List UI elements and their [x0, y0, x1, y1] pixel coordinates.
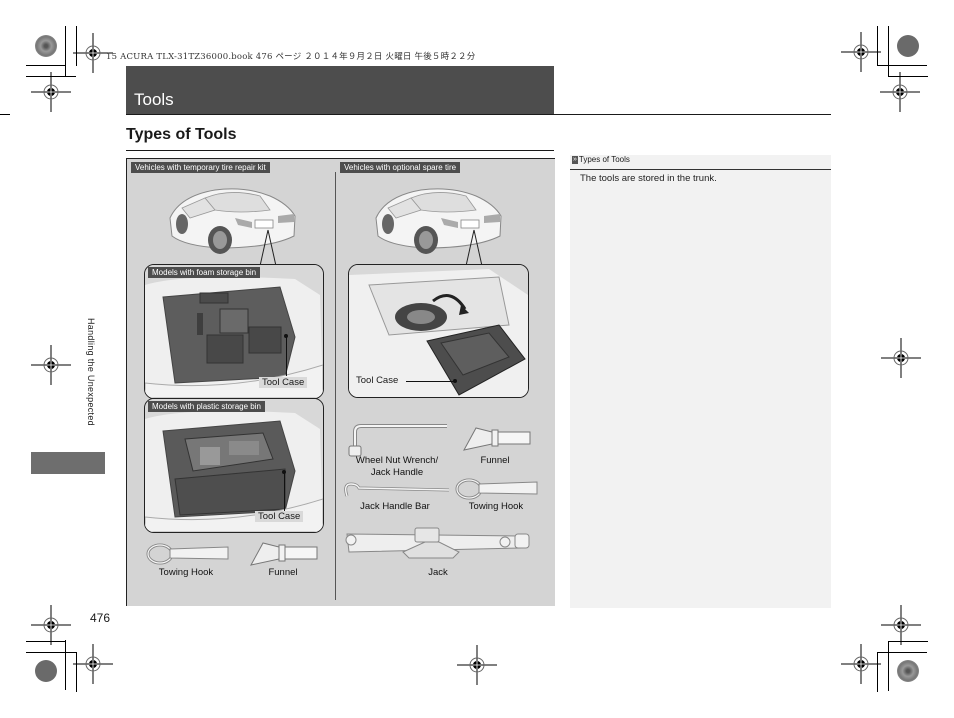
- car-rear-illustration: [169, 188, 296, 266]
- registration-mark-icon: [31, 605, 71, 645]
- double-chevron-right-icon: »: [572, 155, 578, 164]
- foam-bin-header: Models with foam storage bin: [148, 267, 261, 278]
- registration-mark-icon: [841, 32, 881, 72]
- print-header: 15 ACURA TLX-31TZ36000.book 476 ページ ２０１４…: [106, 52, 476, 62]
- calibration-dot-icon: [35, 660, 57, 682]
- calibration-dot-icon: [897, 35, 919, 57]
- registration-mark-icon: [31, 72, 71, 112]
- registration-mark-icon: [880, 72, 920, 112]
- left-column-header: Vehicles with temporary tire repair kit: [131, 162, 270, 173]
- callout-line: [406, 381, 454, 382]
- registration-mark-icon: [31, 345, 71, 385]
- callout-dot-icon: [453, 379, 457, 383]
- section-title: Types of Tools: [126, 126, 237, 143]
- side-tab-marker: [31, 452, 105, 474]
- registration-mark-icon: [881, 605, 921, 645]
- wheel-nut-wrench-label-line2: Jack Handle: [370, 467, 424, 478]
- side-note: » Types of Tools The tools are stored in …: [570, 155, 831, 608]
- section-divider: [126, 150, 554, 151]
- wheel-nut-wrench-icon: [348, 424, 447, 457]
- chapter-title: Tools: [134, 90, 174, 109]
- right-column-header: Vehicles with optional spare tire: [340, 162, 461, 173]
- callout-dot-icon: [284, 334, 288, 338]
- registration-mark-icon: [457, 645, 497, 685]
- jack-handle-bar-icon: [344, 482, 450, 497]
- page-number: 476: [90, 611, 111, 625]
- callout-line: [284, 472, 285, 512]
- column-divider: [335, 172, 336, 600]
- jack-icon: [345, 527, 530, 559]
- tool-case-callout: Tool Case: [259, 377, 308, 388]
- side-note-body: The tools are stored in the trunk.: [580, 173, 717, 184]
- tool-case-callout: Tool Case: [356, 375, 399, 386]
- callout-dot-icon: [282, 470, 286, 474]
- towing-hook-label: Towing Hook: [468, 501, 524, 512]
- title-divider: [126, 114, 831, 115]
- plastic-bin-header: Models with plastic storage bin: [148, 401, 265, 412]
- wheel-nut-wrench-label-line1: Wheel Nut Wrench/: [355, 455, 439, 466]
- car-rear-illustration: [375, 188, 502, 266]
- funnel-icon: [250, 542, 318, 566]
- calibration-rosette-icon: [897, 660, 919, 682]
- towing-hook-icon: [146, 543, 229, 565]
- towing-hook-label: Towing Hook: [158, 567, 214, 578]
- towing-hook-icon: [455, 478, 538, 500]
- side-note-header: » Types of Tools: [570, 155, 831, 170]
- jack-label: Jack: [428, 567, 448, 578]
- funnel-label: Funnel: [480, 455, 510, 466]
- jack-handle-bar-label: Jack Handle Bar: [360, 501, 430, 512]
- wheel-nut-wrench-label: Wheel Nut Wrench/ Jack Handle: [345, 455, 449, 479]
- side-note-title[interactable]: Types of Tools: [579, 155, 630, 164]
- registration-mark-icon: [841, 644, 881, 684]
- calibration-rosette-icon: [35, 35, 57, 57]
- funnel-icon: [463, 427, 531, 451]
- registration-mark-icon: [73, 644, 113, 684]
- tool-case-callout: Tool Case: [255, 511, 304, 522]
- chapter-title-bar: Tools: [126, 66, 554, 114]
- callout-line: [286, 336, 287, 376]
- registration-mark-icon: [881, 338, 921, 378]
- funnel-label: Funnel: [268, 567, 298, 578]
- side-tab-label: Handling the Unexpected: [86, 318, 96, 426]
